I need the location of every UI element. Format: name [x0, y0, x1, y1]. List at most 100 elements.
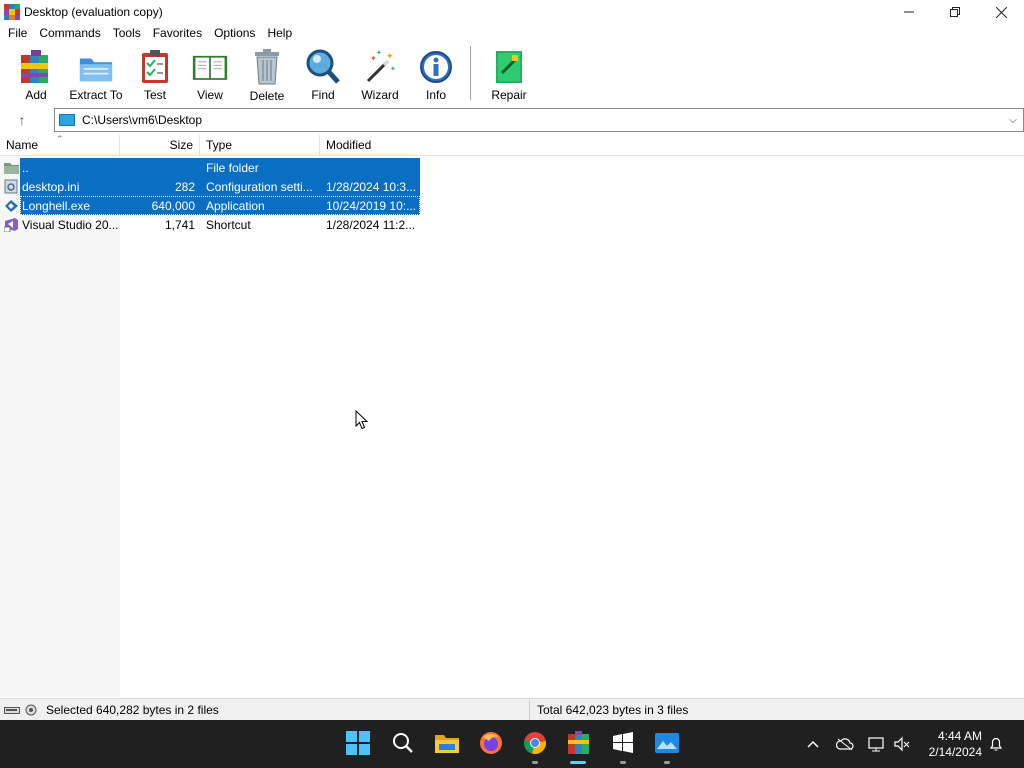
file-row-longhell-exe[interactable]: Longhell.exe 640,000 Application 10/24/2…	[0, 196, 420, 215]
find-label: Find	[311, 88, 335, 102]
visual-studio-icon	[4, 218, 18, 232]
drive-status-icon	[4, 706, 20, 714]
key-status-icon	[25, 704, 37, 715]
extract-folder-icon	[78, 48, 114, 85]
clock[interactable]: 4:44 AM 2/14/2024	[929, 728, 982, 760]
toolbar: Add Extract To Test View Delete Find ✦ ✦…	[0, 44, 1024, 104]
photos-icon	[655, 733, 679, 753]
wizard-button[interactable]: ✦ ✦ ✦ ✦ Wizard	[352, 44, 408, 103]
notifications-button[interactable]	[986, 734, 1006, 754]
config-file-icon	[4, 179, 18, 194]
status-total: Total 642,023 bytes in 3 files	[537, 702, 689, 717]
find-magnifier-icon	[305, 48, 341, 85]
file-explorer-icon	[435, 735, 459, 753]
volume-muted-icon	[894, 736, 910, 752]
column-size[interactable]: Size	[120, 135, 200, 156]
address-row: ↑ C:\Users\vm6\Desktop ⌵	[0, 108, 1024, 132]
network-icon	[868, 737, 884, 752]
extract-to-button[interactable]: Extract To	[64, 44, 128, 102]
drive-icon	[59, 114, 75, 126]
column-type[interactable]: Type	[200, 135, 320, 156]
test-clipboard-icon	[137, 48, 173, 85]
windows-setup-icon	[613, 732, 633, 753]
menu-help[interactable]: Help	[261, 23, 298, 43]
info-icon	[418, 48, 454, 85]
menu-favorites[interactable]: Favorites	[147, 23, 208, 43]
onedrive-button[interactable]	[835, 734, 855, 754]
file-list[interactable]: Name ⌃ Size Type Modified .. File folder…	[0, 134, 1024, 697]
chrome-icon	[524, 732, 546, 755]
volume-button[interactable]	[892, 734, 912, 754]
arrow-up-icon: ↑	[18, 112, 26, 128]
onedrive-cloud-icon	[836, 738, 854, 750]
menu-commands[interactable]: Commands	[33, 23, 106, 43]
windows-start-icon	[346, 731, 370, 755]
delete-trash-icon	[249, 48, 285, 86]
toolbar-separator	[470, 46, 471, 100]
clock-date: 2/14/2024	[928, 745, 982, 759]
add-button[interactable]: Add	[10, 44, 62, 102]
chevron-down-icon: ⌵	[1009, 114, 1017, 126]
up-folder-button[interactable]: ↑	[0, 108, 44, 132]
status-bar: Selected 640,282 bytes in 2 files Total …	[0, 698, 1024, 720]
folder-icon	[4, 163, 19, 174]
menu-options[interactable]: Options	[208, 23, 261, 43]
taskbar-search[interactable]	[390, 730, 416, 756]
info-button[interactable]: Info	[410, 44, 462, 102]
minimize-icon	[904, 11, 914, 13]
winrar-app-icon	[4, 4, 20, 20]
file-row-parent[interactable]: .. File folder	[0, 158, 420, 177]
taskbar-photos[interactable]	[654, 730, 680, 756]
view-label: View	[197, 88, 223, 102]
clock-time: 4:44 AM	[937, 729, 982, 743]
wizard-label: Wizard	[361, 88, 399, 102]
repair-button[interactable]: Repair	[481, 44, 537, 102]
show-hidden-icons-button[interactable]	[803, 734, 823, 754]
test-label: Test	[143, 88, 166, 102]
find-button[interactable]: Find	[296, 44, 350, 102]
taskbar-file-explorer[interactable]	[434, 730, 460, 756]
start-button[interactable]	[345, 730, 371, 756]
address-path: C:\Users\vm6\Desktop	[82, 113, 203, 127]
maximize-button[interactable]	[932, 0, 978, 24]
menu-file[interactable]: File	[2, 23, 33, 43]
menu-tools[interactable]: Tools	[107, 23, 147, 43]
view-button[interactable]: View	[182, 44, 238, 102]
sort-ascending-icon: ⌃	[56, 134, 64, 144]
address-bar[interactable]: C:\Users\vm6\Desktop ⌵	[54, 108, 1024, 132]
status-selected: Selected 640,282 bytes in 2 files	[46, 702, 219, 717]
window-title: Desktop (evaluation copy)	[24, 5, 163, 19]
delete-button[interactable]: Delete	[240, 44, 294, 103]
close-icon	[995, 6, 1007, 18]
search-icon	[393, 733, 413, 753]
file-row-desktop-ini[interactable]: desktop.ini 282 Configuration setti... 1…	[0, 177, 420, 196]
mouse-cursor-icon	[355, 410, 369, 430]
taskbar-setup[interactable]	[610, 730, 636, 756]
winrar-icon	[568, 731, 589, 754]
add-label: Add	[25, 88, 47, 102]
menu-bar: File Commands Tools Favorites Options He…	[0, 23, 298, 43]
extract-to-label: Extract To	[69, 88, 123, 102]
column-name[interactable]: Name ⌃	[0, 134, 120, 156]
network-button[interactable]	[867, 734, 887, 754]
taskbar: 4:44 AM 2/14/2024	[0, 720, 1024, 768]
chevron-up-icon	[807, 740, 819, 748]
file-row-visual-studio[interactable]: Visual Studio 20... 1,741 Shortcut 1/28/…	[0, 215, 420, 234]
svg-text:✦: ✦	[390, 65, 396, 73]
close-button[interactable]	[978, 0, 1024, 24]
address-dropdown-button[interactable]: ⌵	[1007, 113, 1019, 127]
application-icon	[5, 200, 18, 212]
add-archive-icon	[18, 48, 54, 85]
title-bar: Desktop (evaluation copy)	[0, 0, 1024, 24]
taskbar-chrome[interactable]	[522, 730, 548, 756]
test-button[interactable]: Test	[130, 44, 180, 102]
repair-icon	[491, 48, 527, 85]
restore-icon	[950, 7, 960, 17]
bell-icon	[989, 737, 1003, 751]
delete-label: Delete	[249, 89, 285, 103]
minimize-button[interactable]	[886, 0, 932, 24]
info-label: Info	[425, 88, 446, 102]
taskbar-winrar[interactable]	[566, 730, 592, 756]
taskbar-firefox[interactable]	[478, 730, 504, 756]
column-modified[interactable]: Modified	[320, 135, 420, 156]
